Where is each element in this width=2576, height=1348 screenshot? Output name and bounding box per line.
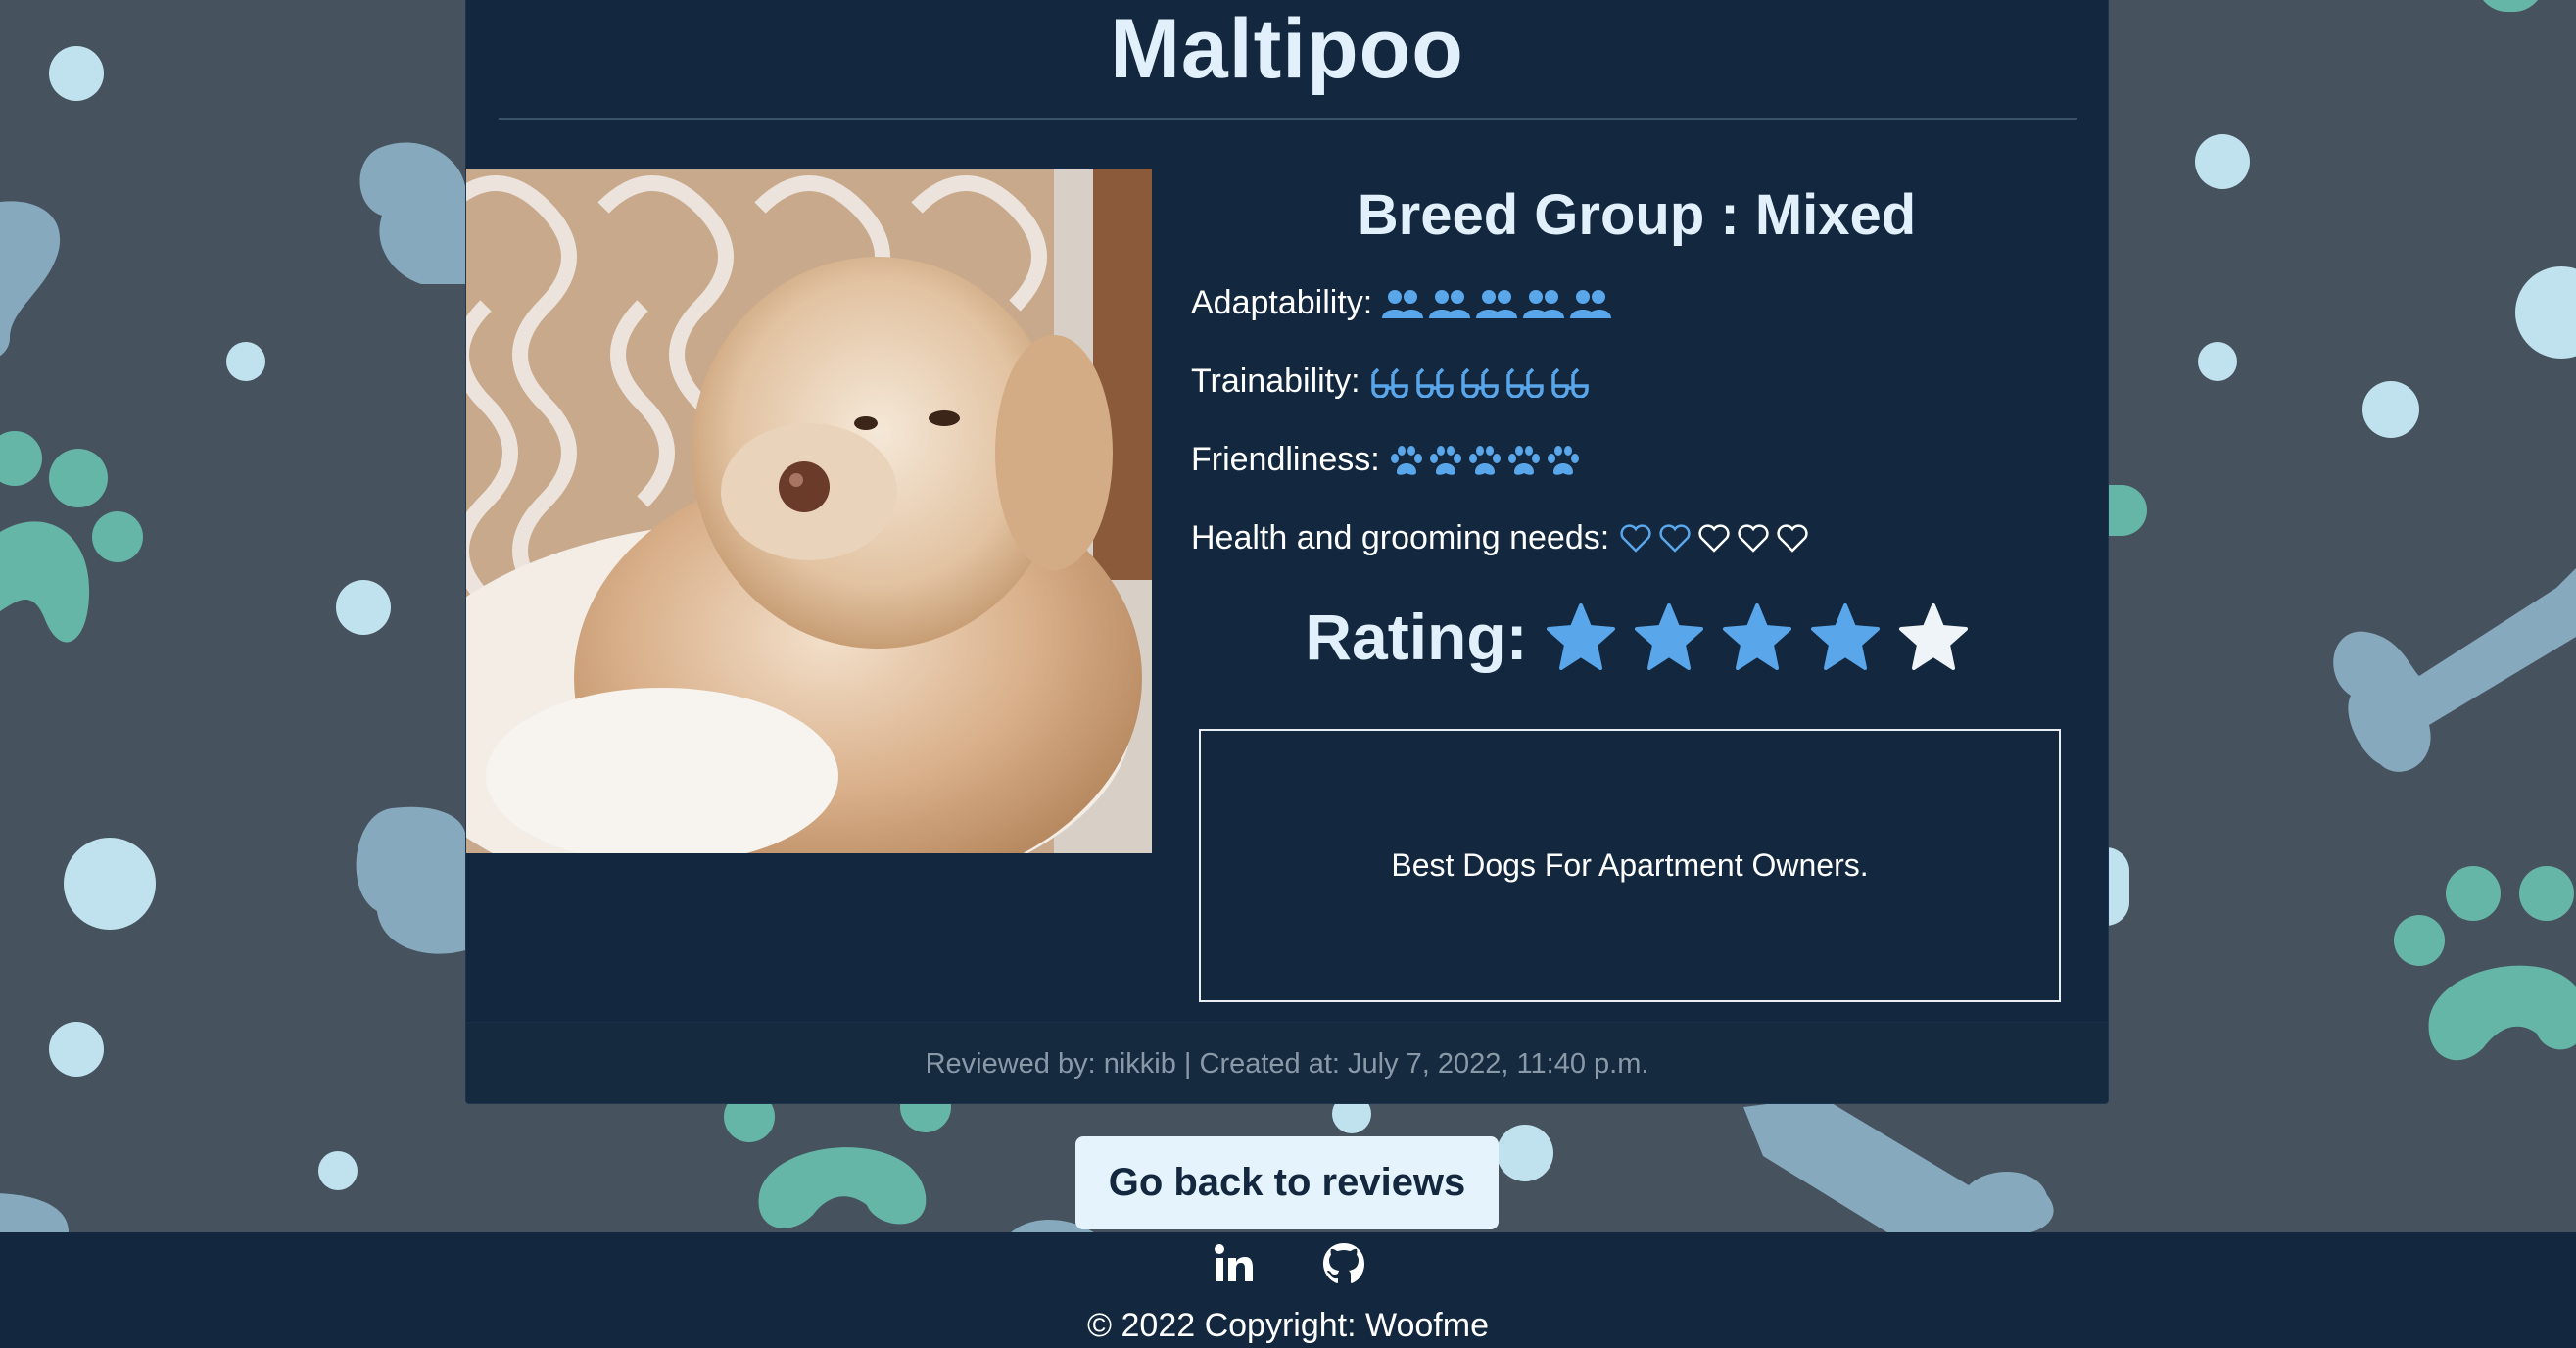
- rating-stars: [1546, 603, 1969, 670]
- review-meta: Reviewed by: nikkib | Created at: July 7…: [925, 1047, 1649, 1080]
- star-icon: [1722, 603, 1791, 670]
- users-icon: [1523, 289, 1565, 318]
- breed-group: Breed Group : Mixed: [1357, 183, 1917, 247]
- heart-icon: [1659, 523, 1691, 553]
- dog-photo: [466, 168, 1152, 853]
- star-icon: [1634, 603, 1703, 670]
- glasses-icon: [1415, 367, 1454, 398]
- decor-bone: [356, 806, 465, 954]
- glasses-icon: [1505, 367, 1544, 398]
- heart-outline-icon: [1738, 523, 1769, 553]
- trait-adaptability: Adaptability:: [1191, 284, 1612, 322]
- copyright: © 2022 Copyright: Woofme: [1087, 1307, 1489, 1344]
- decor-dot: [2195, 134, 2250, 189]
- trait-icons: [1619, 523, 1809, 554]
- decor-dot: [49, 1022, 104, 1077]
- decor-paw: [0, 431, 143, 643]
- decor-dot: [2106, 847, 2129, 926]
- trait-label: Trainability:: [1191, 362, 1360, 400]
- paw-icon: [1429, 445, 1461, 475]
- decor-dot: [226, 342, 265, 381]
- trait-label: Friendliness:: [1191, 441, 1380, 478]
- card-header: Maltipoo: [466, 0, 2108, 119]
- rating: Rating:: [1181, 600, 2092, 674]
- paw-icon: [1468, 445, 1501, 475]
- paw-icon: [1547, 445, 1579, 475]
- glasses-icon: [1460, 367, 1499, 398]
- trait-friendliness: Friendliness:: [1191, 441, 1580, 479]
- card-footer: Reviewed by: nikkib | Created at: July 7…: [466, 1022, 2108, 1103]
- decor-dot: [1497, 1125, 1553, 1181]
- decor-bone: [0, 1193, 69, 1232]
- review-summary: Best Dogs For Apartment Owners.: [1199, 729, 2061, 1002]
- users-icon: [1476, 289, 1518, 318]
- heart-icon: [1620, 523, 1651, 553]
- review-summary-text: Best Dogs For Apartment Owners.: [1391, 847, 1869, 883]
- paw-icon: [1390, 445, 1422, 475]
- decor-bone: [0, 201, 61, 357]
- trait-label: Adaptability:: [1191, 284, 1373, 321]
- trait-health-grooming: Health and grooming needs:: [1191, 519, 1809, 557]
- decor-dot: [318, 1151, 358, 1190]
- breed-title: Maltipoo: [1110, 2, 1464, 96]
- social-links: [0, 1240, 2576, 1287]
- decor-dot: [2362, 381, 2419, 438]
- trait-icons: [1382, 288, 1612, 319]
- heart-outline-icon: [1698, 523, 1730, 553]
- decor-dot: [64, 838, 156, 930]
- decor-bone: [2333, 568, 2576, 772]
- decor-bone: [1743, 1097, 2054, 1232]
- back-to-reviews-button[interactable]: Go back to reviews: [1075, 1136, 1499, 1229]
- decor-dot: [2106, 485, 2147, 536]
- review-card: Maltipoo Breed Group: Mixed Adaptabilit…: [465, 0, 2109, 1104]
- users-icon: [1570, 289, 1612, 318]
- trait-icons: [1370, 366, 1590, 398]
- decor-paw: [2394, 866, 2576, 1061]
- decor-dot: [2515, 266, 2576, 359]
- linkedin-icon[interactable]: [1210, 1240, 1257, 1287]
- glasses-icon: [1550, 367, 1589, 398]
- header-divider: [499, 118, 2077, 120]
- decor-dot: [2476, 0, 2545, 12]
- decor-dot: [2198, 342, 2237, 381]
- paw-icon: [1507, 445, 1540, 475]
- trait-icons: [1390, 445, 1580, 476]
- breed-info: Breed Group : Mixed Adaptability: Traina…: [1181, 168, 2092, 1002]
- decor-dot: [49, 46, 104, 101]
- decor-dot: [336, 580, 391, 635]
- github-icon[interactable]: [1320, 1240, 1367, 1287]
- star-empty-icon: [1898, 603, 1968, 670]
- star-icon: [1546, 603, 1615, 670]
- trait-label: Health and grooming needs:: [1191, 519, 1610, 556]
- rating-label: Rating:: [1305, 601, 1528, 673]
- glasses-icon: [1370, 367, 1408, 398]
- site-footer: © 2022 Copyright: Woofme: [0, 1232, 2576, 1348]
- heart-outline-icon: [1777, 523, 1808, 553]
- trait-trainability: Trainability:: [1191, 362, 1590, 401]
- users-icon: [1382, 289, 1424, 318]
- users-icon: [1429, 289, 1471, 318]
- star-icon: [1810, 603, 1880, 670]
